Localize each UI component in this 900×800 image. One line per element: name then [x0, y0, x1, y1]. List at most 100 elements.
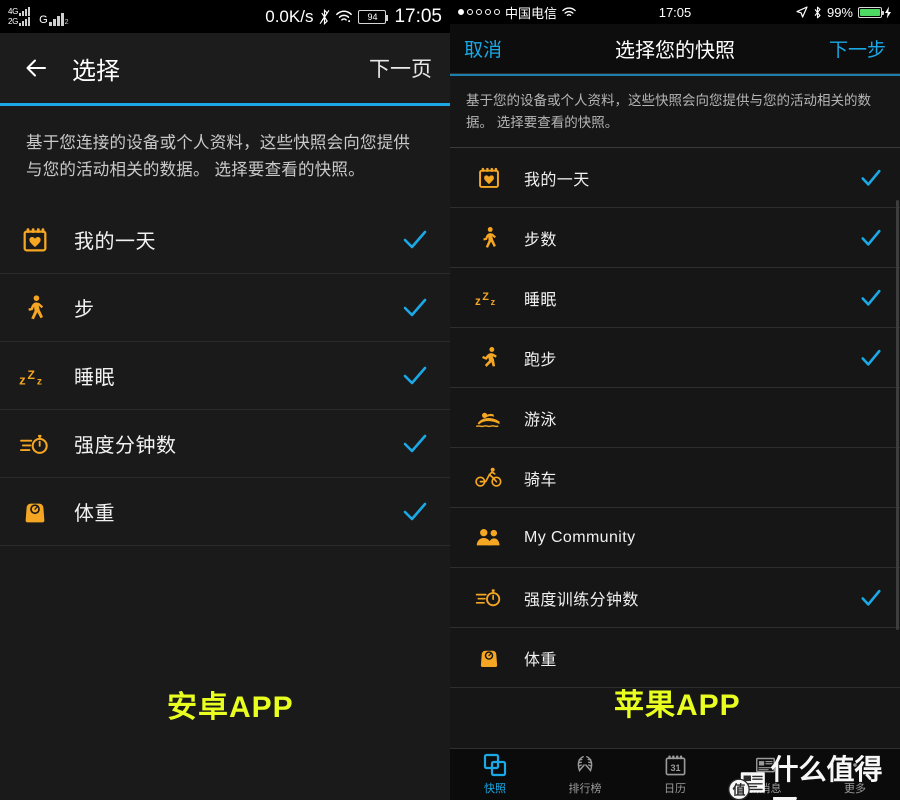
tab-label: 日历 [664, 783, 686, 795]
sleep-zzz-icon: z Z z [18, 359, 52, 393]
location-arrow-icon [796, 6, 808, 18]
svg-text:Z: Z [482, 291, 489, 303]
carrier-label: 中国电信 [505, 5, 558, 21]
laurel-wreath-icon [572, 753, 598, 777]
battery-indicator [858, 6, 892, 19]
sleep-zzz-icon: z Z z [474, 283, 504, 313]
checkmark-icon[interactable] [860, 287, 882, 309]
checkmark-icon[interactable] [402, 363, 428, 389]
next-step-button[interactable]: 下一步 [829, 35, 886, 62]
battery-indicator: 94 [358, 9, 389, 24]
ios-list-item-my-day[interactable]: 我的一天 [450, 148, 900, 209]
wifi-icon [336, 10, 353, 23]
scale-icon [474, 643, 504, 673]
sim2-network-label: 2G [8, 17, 19, 26]
android-next-button[interactable]: 下一页 [369, 53, 432, 83]
walking-icon [474, 223, 504, 253]
checkmark-icon[interactable] [860, 167, 882, 189]
ios-list-item-label: My Community [524, 528, 636, 546]
calendar-heart-icon [474, 163, 504, 193]
sim3-signal-bars-icon [48, 13, 64, 26]
scale-icon [18, 495, 52, 529]
sim3-signal-icon: G 2 [39, 13, 69, 26]
android-list-item-label: 我的一天 [74, 231, 156, 254]
running-icon [474, 343, 504, 373]
ios-list-item-swimming[interactable]: 游泳 [450, 388, 900, 449]
android-caption-label: 安卓APP [167, 691, 294, 724]
stopwatch-icon [474, 583, 504, 613]
watermark-text: 什么值得买 [770, 754, 883, 800]
calendar-31-icon: 31 [662, 753, 688, 777]
cycling-icon [474, 463, 504, 493]
bluetooth-off-icon [320, 8, 330, 25]
checkmark-icon[interactable] [860, 587, 882, 609]
ios-snapshot-list: 我的一天 步数 z Z z 睡眠 跑步 游泳 骑车 My Community 强… [450, 148, 900, 689]
ios-status-bar: 中国电信 17:05 99% [450, 0, 900, 24]
svg-text:31: 31 [670, 763, 680, 773]
charging-bolt-icon [885, 6, 891, 18]
dual-sim-signal-icon: 4G 2G [8, 7, 31, 26]
checkmark-icon[interactable] [402, 295, 428, 321]
sim2-signal-bars-icon [19, 17, 31, 26]
wifi-icon [562, 6, 576, 16]
watermark: 值 什么值得买 [726, 748, 900, 800]
calendar-heart-icon [18, 223, 52, 257]
ios-caption-label: 苹果APP [614, 689, 741, 722]
ios-list-item-intensity-training-minutes[interactable]: 强度训练分钟数 [450, 568, 900, 629]
checkmark-icon[interactable] [860, 347, 882, 369]
battery-percent-label: 94 [367, 11, 378, 22]
sim3-network-label: G [39, 14, 48, 26]
checkmark-icon[interactable] [860, 227, 882, 249]
cellular-signal-dots-icon [458, 9, 500, 15]
ios-list-item-steps[interactable]: 步数 [450, 208, 900, 269]
ios-status-right-group: 99% [796, 5, 892, 20]
sim1-signal-bars-icon [19, 7, 31, 16]
checkmark-icon[interactable] [402, 431, 428, 457]
ios-list-item-label: 骑车 [524, 471, 557, 489]
svg-text:z: z [37, 376, 42, 387]
ios-list-item-label: 游泳 [524, 411, 557, 429]
vertical-scrollbar[interactable] [896, 200, 899, 630]
android-list-item-steps[interactable]: 步 [0, 274, 450, 343]
ios-list-item-running[interactable]: 跑步 [450, 328, 900, 389]
cancel-button[interactable]: 取消 [464, 35, 502, 62]
android-list-item-label: 体重 [74, 503, 115, 526]
svg-text:z: z [475, 296, 481, 308]
tab-snapshot[interactable]: 快照 [450, 749, 540, 800]
android-description-text: 基于您连接的设备或个人资料，这些快照会向您提供与您的活动相关的数据。 选择要查看… [26, 134, 411, 180]
ios-list-item-cycling[interactable]: 骑车 [450, 448, 900, 509]
ios-list-item-label: 跑步 [524, 351, 557, 369]
svg-text:z: z [491, 297, 496, 307]
svg-text:Z: Z [28, 368, 36, 382]
checkmark-icon[interactable] [402, 227, 428, 253]
android-list-item-intensity-minutes[interactable]: 强度分钟数 [0, 410, 450, 479]
android-app-bar: 选择 下一页 [0, 33, 450, 103]
stopwatch-icon [18, 427, 52, 461]
sim1-network-label: 4G [8, 7, 19, 16]
battery-percent-label: 99% [826, 4, 853, 20]
comparison-screenshot: 4G 2G G 2 0.0K/s 94 17:05 选择 下一页 基于您连接的设… [0, 0, 900, 800]
swimming-icon [474, 403, 504, 433]
android-list-item-label: 睡眠 [74, 367, 115, 390]
ios-description-text: 基于您的设备或个人资料，这些快照会向您提供与您的活动相关的数据。 选择要查看的快… [450, 76, 900, 149]
android-list-item-my-day[interactable]: 我的一天 [0, 206, 450, 275]
ios-list-item-label: 睡眠 [524, 291, 557, 309]
svg-text:z: z [19, 372, 26, 387]
ios-list-item-my-community[interactable]: My Community [450, 508, 900, 569]
svg-text:值: 值 [732, 782, 745, 797]
ios-list-item-label: 体重 [524, 651, 557, 669]
network-speed-label: 0.0K/s [265, 6, 314, 26]
android-list-item-weight[interactable]: 体重 [0, 478, 450, 547]
tab-calendar[interactable]: 31 日历 [630, 749, 720, 800]
ios-list-item-sleep[interactable]: z Z z 睡眠 [450, 268, 900, 329]
walking-icon [18, 291, 52, 325]
android-clock-label: 17:05 [394, 5, 442, 27]
snapshot-icon [482, 753, 508, 777]
android-list-item-label: 强度分钟数 [74, 435, 177, 458]
back-arrow-icon[interactable] [22, 54, 50, 82]
android-list-item-sleep[interactable]: z Z z 睡眠 [0, 342, 450, 411]
checkmark-icon[interactable] [402, 499, 428, 525]
ios-list-item-label: 步数 [524, 231, 557, 249]
android-signal-group: 4G 2G G 2 [8, 7, 69, 26]
tab-leaderboard[interactable]: 排行榜 [540, 749, 630, 800]
